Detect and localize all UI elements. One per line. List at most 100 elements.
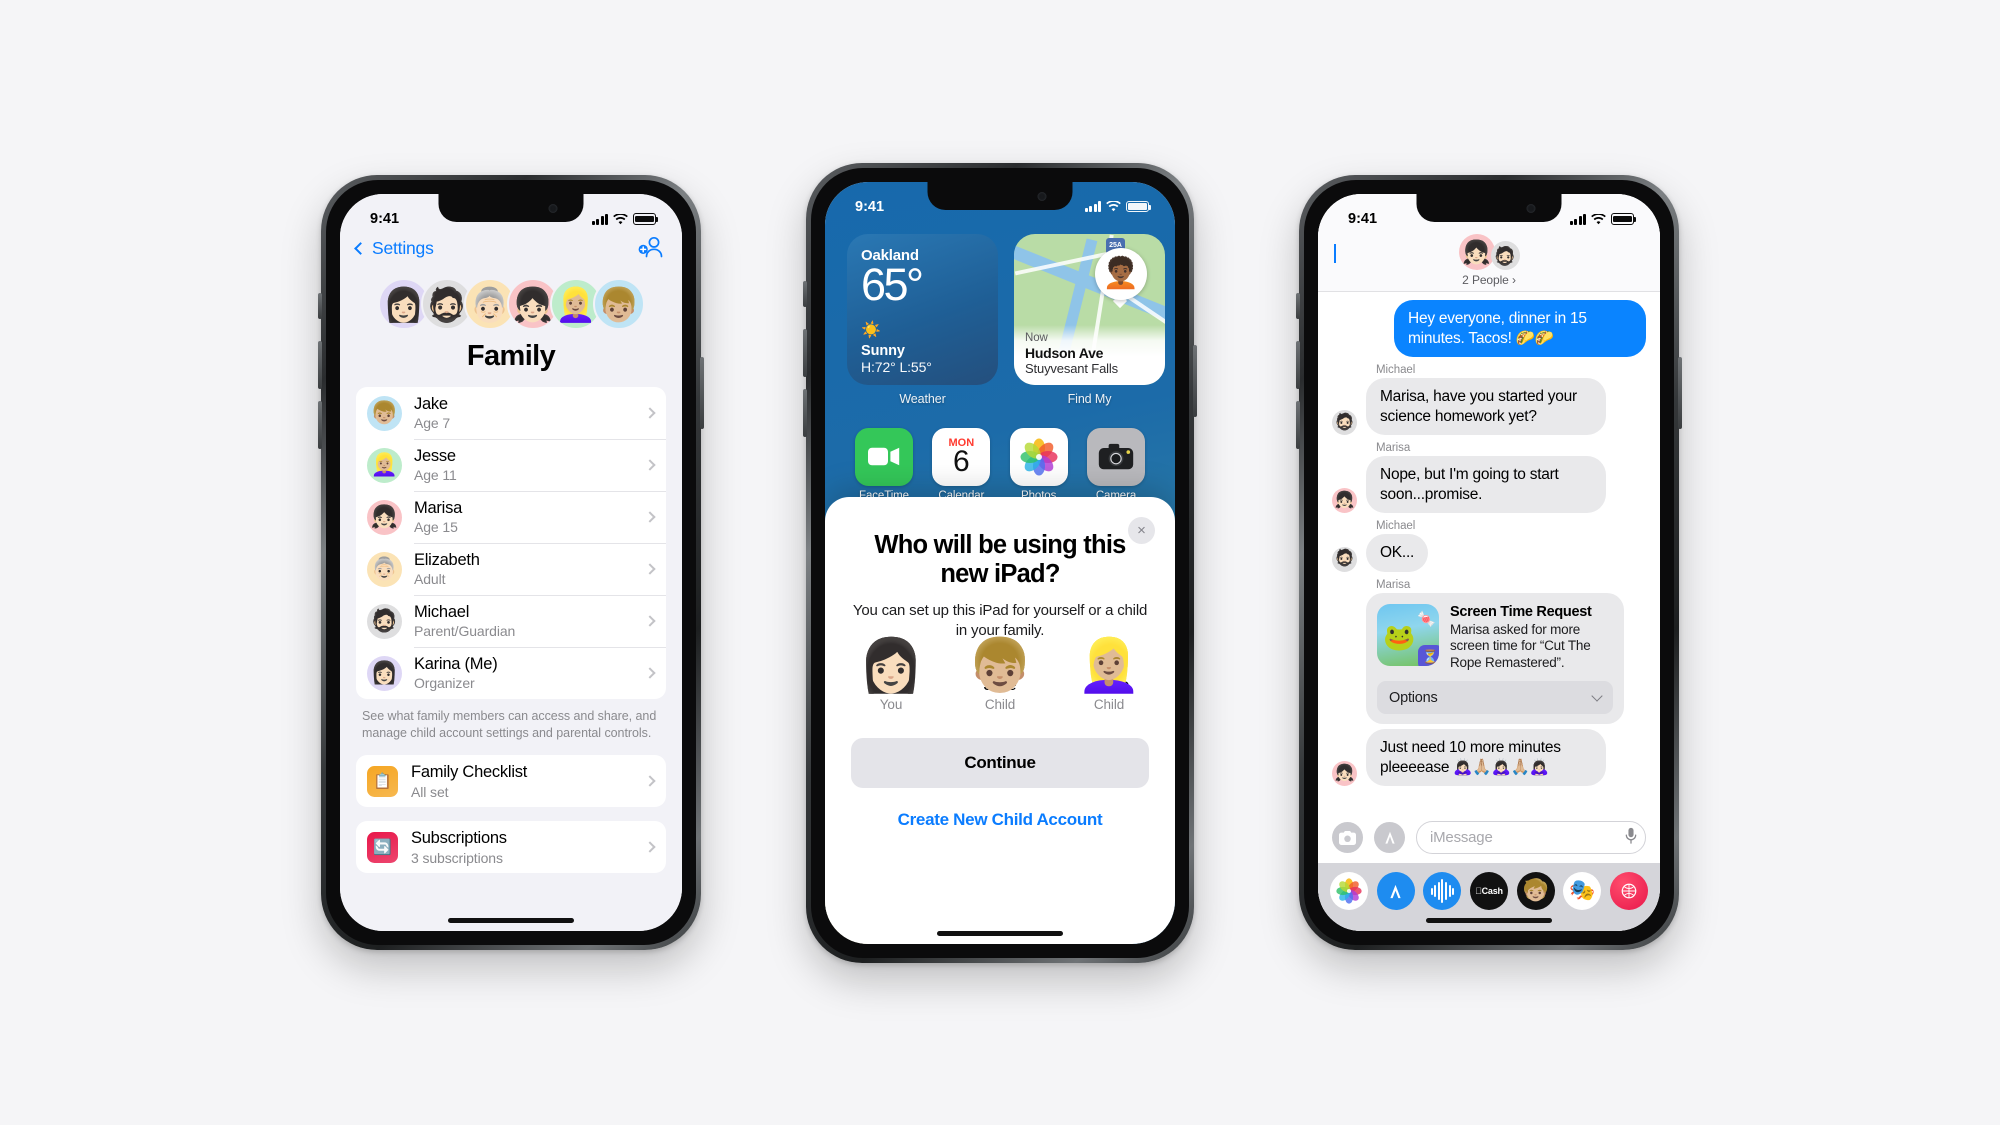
person-choice[interactable]: 👩🏻 Karina You (851, 640, 931, 712)
app-store-icon[interactable] (1374, 822, 1405, 853)
audio-message-app[interactable] (1423, 872, 1462, 910)
family-members-card: 👦🏼 Jake Age 7 👱🏼‍♀️ Jesse Age 11 👧🏻 Mari… (356, 387, 666, 699)
chevron-down-icon (1591, 690, 1603, 702)
chevron-right-icon (644, 841, 656, 853)
volume-up-button[interactable] (803, 328, 807, 377)
phone3-frame: 9:41 👧🏻 🧔🏻 2 People › Hey everyone, dinn… (1296, 175, 1682, 950)
message-incoming: 🧔🏻 Marisa, have you started your science… (1332, 378, 1646, 436)
photos-app[interactable] (1330, 872, 1368, 910)
choice-role: You (879, 696, 903, 712)
settings-scroll-area[interactable]: 👦🏼 Jake Age 7 👱🏼‍♀️ Jesse Age 11 👧🏻 Mari… (340, 387, 682, 931)
memoji-stickers-app[interactable]: 🧒🏼 (1516, 872, 1555, 910)
card-title: Screen Time Request (1450, 603, 1592, 620)
find-my-widget[interactable]: 25A 🧑🏾‍🦱 Now Hudson Ave Stuyvesant Falls (1014, 233, 1165, 406)
mute-switch[interactable] (1296, 293, 1300, 319)
digital-touch-app[interactable] (1609, 872, 1648, 910)
microphone-icon[interactable] (1625, 827, 1637, 848)
memoji-face: 👧🏻 (370, 504, 399, 529)
power-button[interactable] (1193, 344, 1197, 417)
family-footnote: See what family members can access and s… (362, 709, 657, 740)
message-list[interactable]: Hey everyone, dinner in 15 minutes. Taco… (1318, 292, 1660, 814)
phone1-bezel: 9:41 Setting (326, 180, 696, 945)
status-time: 9:41 (370, 211, 400, 227)
settings-row-text: Subscriptions 3 subscriptions (411, 829, 638, 866)
screen-time-request-card[interactable]: 🐸 🍬 ⏳ Screen Time Request Marisa asked f… (1366, 592, 1624, 725)
phone-messages: 9:41 👧🏻 🧔🏻 2 People › Hey everyone, dinn… (1296, 175, 1682, 950)
memoji-face: 👱🏼‍♀️ (370, 452, 399, 477)
phone1-frame: 9:41 Setting (318, 175, 704, 950)
photos-icon (1009, 427, 1068, 486)
memoji-face: 👧🏻 (1334, 491, 1355, 509)
back-button[interactable] (1334, 244, 1343, 263)
power-button[interactable] (1678, 357, 1682, 429)
create-child-account-link[interactable]: Create New Child Account (851, 810, 1149, 830)
animoji-app[interactable]: 🎭 (1563, 872, 1602, 910)
person-choice[interactable]: 👱🏼‍♀️ Jesse Child (1069, 640, 1149, 712)
family-member-row[interactable]: 🧔🏻 Michael Parent/Guardian (356, 595, 666, 647)
choice-role: Child (984, 696, 1016, 712)
member-role: Organizer (414, 675, 475, 692)
chevron-right-icon (644, 775, 656, 787)
app-photos[interactable]: Photos (1002, 427, 1076, 504)
continue-button[interactable]: Continue (851, 737, 1149, 788)
member-text: Michael Parent/Guardian (414, 603, 638, 640)
settings-row-title: Subscriptions (411, 828, 507, 847)
camera-icon[interactable] (1332, 822, 1363, 853)
app-facetime[interactable]: FaceTime (847, 427, 921, 504)
status-indicators (1569, 213, 1637, 225)
mute-switch[interactable] (318, 293, 322, 319)
settings-row-sub: 3 subscriptions (411, 849, 503, 866)
member-role: Age 11 (414, 467, 457, 484)
home-indicator[interactable] (937, 930, 1063, 936)
memoji-face: 🧔🏻 (1334, 550, 1355, 568)
volume-up-button[interactable] (318, 341, 322, 389)
close-icon[interactable]: × (1128, 516, 1155, 544)
message-composer: iMessage (1318, 814, 1660, 863)
weather-widget-label: Weather (899, 391, 946, 406)
message-sender: Marisa (1376, 442, 1411, 455)
volume-down-button[interactable] (803, 388, 807, 437)
chevron-left-icon (1334, 244, 1336, 263)
apple-cash-app[interactable]: Cash (1469, 872, 1508, 910)
avatar: 👦🏼 (592, 278, 645, 330)
family-member-row[interactable]: 👱🏼‍♀️ Jesse Age 11 (356, 439, 666, 491)
volume-down-button[interactable] (1296, 401, 1300, 449)
settings-row-sub: All set (411, 783, 449, 800)
family-member-row[interactable]: 👩🏻 Karina (Me) Organizer (356, 647, 666, 699)
app-store-app[interactable] (1376, 872, 1415, 910)
choice-role: Child (1093, 696, 1125, 712)
options-dropdown[interactable]: Options (1377, 681, 1613, 715)
back-to-settings-button[interactable]: Settings (354, 238, 434, 259)
imessage-input[interactable]: iMessage (1416, 821, 1646, 854)
power-button[interactable] (700, 357, 704, 429)
weather-temperature: 65° (861, 258, 924, 310)
imessage-placeholder: iMessage (1430, 829, 1493, 846)
home-indicator[interactable] (448, 918, 574, 923)
person-choices: 👩🏻 Karina You 👦🏼 Jake Child 👱🏼‍♀️ Jesse … (851, 640, 1149, 712)
messages-conversation: 👧🏻 🧔🏻 2 People › Hey everyone, dinner in… (1318, 194, 1660, 931)
participant-avatars: 👧🏻 🧔🏻 (1318, 234, 1660, 270)
settings-row-title: Family Checklist (411, 762, 528, 781)
volume-up-button[interactable] (1296, 341, 1300, 389)
message-bubble: Nope, but I'm going to start soon...prom… (1366, 456, 1606, 514)
chevron-right-icon (644, 667, 656, 679)
family-member-row[interactable]: 👧🏻 Marisa Age 15 (356, 491, 666, 543)
add-person-icon[interactable] (638, 236, 664, 258)
settings-row[interactable]: 📋 Family Checklist All set (356, 755, 666, 807)
message-bubble: Marisa, have you started your science ho… (1366, 378, 1606, 436)
weather-widget[interactable]: Oakland 65° ☀️ Sunny H:72° L:55° Weather (847, 233, 998, 406)
family-member-row[interactable]: 👦🏼 Jake Age 7 (356, 387, 666, 439)
mute-switch[interactable] (803, 280, 807, 307)
home-indicator[interactable] (1426, 918, 1552, 923)
message-incoming: 👧🏻 Just need 10 more minutes pleeeease 🙇… (1332, 729, 1646, 787)
app-calendar[interactable]: MON 6 Calendar (924, 427, 998, 504)
volume-down-button[interactable] (318, 401, 322, 449)
conversation-participants[interactable]: 👧🏻 🧔🏻 2 People › (1318, 234, 1660, 287)
app-camera[interactable]: Camera (1079, 427, 1153, 504)
settings-row[interactable]: 🔄 Subscriptions 3 subscriptions (356, 821, 666, 873)
settings-rows-group: 📋 Family Checklist All set 🔄 Subscriptio… (356, 755, 666, 874)
status-indicators (591, 213, 659, 225)
wifi-icon (1591, 213, 1606, 225)
family-member-row[interactable]: 👵🏻 Elizabeth Adult (356, 543, 666, 595)
person-choice[interactable]: 👦🏼 Jake Child (960, 640, 1040, 712)
